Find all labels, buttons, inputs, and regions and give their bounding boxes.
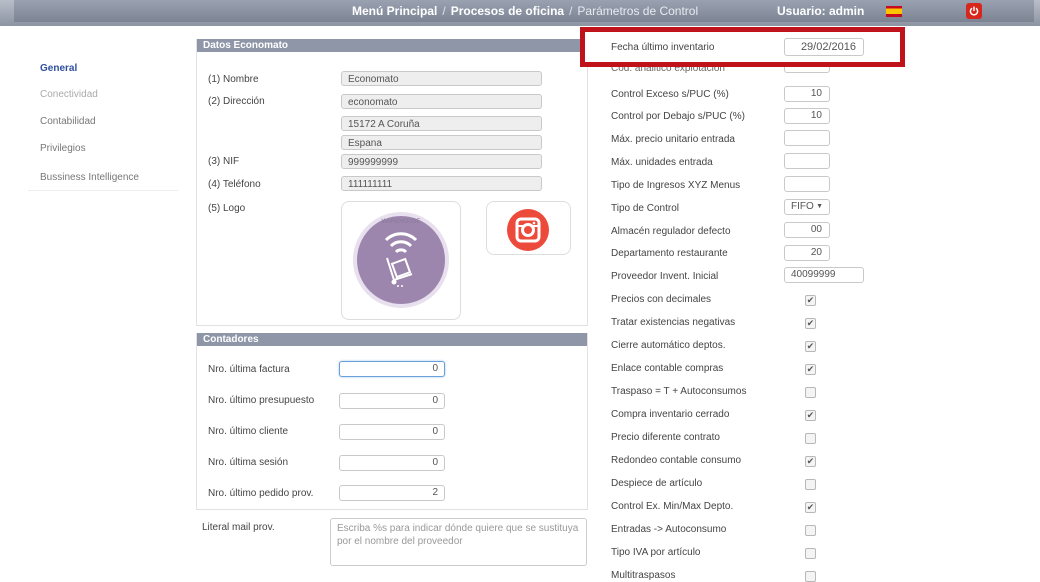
max-unidades-label: Máx. unidades entrada — [611, 157, 713, 168]
max-precio-input[interactable] — [784, 130, 830, 146]
logo-label: (5) Logo — [208, 203, 246, 214]
direccion-field-3: Espana — [341, 135, 542, 150]
control-exceso-label: Control Exceso s/PUC (%) — [611, 89, 729, 100]
checkbox-label: Precio diferente contrato — [611, 432, 720, 443]
sidebar-item-bussiness-intelligence[interactable]: Bussiness Intelligence — [40, 172, 139, 183]
control-debajo-input[interactable]: 10 — [784, 108, 830, 124]
contador-label: Nro. última sesión — [208, 457, 289, 468]
datos-economato-title: Datos Economato — [197, 39, 587, 52]
checkbox-label: Enlace contable compras — [611, 363, 724, 374]
almacen-label: Almacén regulador defecto — [611, 226, 731, 237]
contador-label: Nro. última factura — [208, 364, 290, 375]
almacen-input[interactable]: 00 — [784, 222, 830, 238]
nro-ultima-sesion-input[interactable]: 0 — [339, 455, 445, 471]
direccion-field-2: 15172 A Coruña — [341, 116, 542, 131]
checkbox[interactable]: ✔ — [805, 364, 816, 375]
checkbox-label: Precios con decimales — [611, 294, 712, 305]
sidebar-item-conectividad[interactable]: Conectividad — [40, 89, 98, 100]
checkbox-label: Cierre automático deptos. — [611, 340, 726, 351]
literal-mail-label: Literal mail prov. — [202, 522, 275, 533]
checkbox-label: Tratar existencias negativas — [611, 317, 736, 328]
checkbox[interactable]: ✔ — [805, 318, 816, 329]
breadcrumb: Menú Principal / Procesos de oficina / Parám… — [352, 4, 698, 18]
chevron-down-icon: ▼ — [816, 203, 823, 210]
checkbox[interactable] — [805, 525, 816, 536]
departamento-label: Departamento restaurante — [611, 248, 728, 259]
tipo-ingresos-label: Tipo de Ingresos XYZ Menus — [611, 180, 741, 191]
contadores-title: Contadores — [197, 333, 587, 346]
breadcrumb-procesos-oficina[interactable]: Procesos de oficina — [451, 4, 564, 18]
direccion-field-1: economato — [341, 94, 542, 109]
top-navigation-bar: Menú Principal / Procesos de oficina / Parám… — [0, 0, 1040, 26]
sidebar-divider — [28, 190, 178, 191]
max-unidades-input[interactable] — [784, 153, 830, 169]
checkbox[interactable]: ✔ — [805, 341, 816, 352]
proveedor-label: Proveedor Invent. Inicial — [611, 271, 719, 282]
nro-ultimo-presupuesto-input[interactable]: 0 — [339, 393, 445, 409]
user-label[interactable]: Usuario: admin — [777, 4, 864, 18]
cod-analitico-label: Cod. analitico explotación — [611, 63, 725, 74]
checkbox[interactable]: ✔ — [805, 295, 816, 306]
checkbox[interactable] — [805, 387, 816, 398]
departamento-input[interactable]: 20 — [784, 245, 830, 261]
contador-label: Nro. último presupuesto — [208, 395, 315, 406]
fecha-ultimo-inventario-input[interactable]: 29/02/2016 — [784, 38, 864, 56]
proveedor-input[interactable]: 40099999 — [784, 267, 864, 283]
fecha-ultimo-inventario-label: Fecha último inventario — [611, 42, 715, 53]
breadcrumb-separator: / — [569, 4, 573, 18]
checkbox-label: Traspaso = T + Autoconsumos — [611, 386, 747, 397]
tipo-control-value: FIFO — [791, 201, 814, 212]
contador-label: Nro. último cliente — [208, 426, 289, 437]
telefono-label: (4) Teléfono — [208, 179, 261, 190]
control-debajo-label: Control por Debajo s/PUC (%) — [611, 111, 745, 122]
checkbox[interactable] — [805, 548, 816, 559]
nombre-field: Economato — [341, 71, 542, 86]
contador-label: Nro. último pedido prov. — [208, 488, 314, 499]
checkbox-label: Redondeo contable consumo — [611, 455, 742, 466]
direccion-label: (2) Dirección — [208, 96, 265, 107]
checkbox-label: Multitraspasos — [611, 570, 676, 581]
literal-mail-textarea[interactable]: Escriba %s para indicar dónde quiere que… — [330, 518, 587, 566]
sidebar-item-general[interactable]: General — [40, 63, 77, 74]
instagram-logo-card[interactable] — [486, 201, 571, 255]
telefono-field: 111111111 — [341, 176, 542, 191]
tipo-ingresos-input[interactable] — [784, 176, 830, 192]
spain-flag-icon[interactable] — [886, 6, 902, 17]
checkbox-label: Despiece de artículo — [611, 478, 703, 489]
nro-ultimo-cliente-input[interactable]: 0 — [339, 424, 445, 440]
nombre-label: (1) Nombre — [208, 74, 259, 85]
instagram-icon — [507, 209, 549, 251]
checkbox-label: Tipo IVA por artículo — [611, 547, 701, 558]
breadcrumb-separator: / — [442, 4, 446, 18]
breadcrumb-menu-principal[interactable]: Menú Principal — [352, 4, 437, 18]
cod-analitico-input[interactable] — [784, 63, 830, 73]
control-exceso-input[interactable]: 10 — [784, 86, 830, 102]
nif-field: 999999999 — [341, 154, 542, 169]
logo-text: WAREHOUSE — [381, 219, 420, 225]
nif-label: (3) NIF — [208, 156, 240, 167]
checkbox[interactable] — [805, 479, 816, 490]
checkbox[interactable]: ✔ — [805, 502, 816, 513]
tipo-control-label: Tipo de Control — [611, 203, 679, 214]
checkbox[interactable] — [805, 433, 816, 444]
tipo-control-select[interactable]: FIFO ▼ — [784, 199, 830, 215]
nro-ultimo-pedido-prov-input[interactable]: 2 — [339, 485, 445, 501]
nro-ultima-factura-input[interactable]: 0 — [339, 361, 445, 377]
contadores-panel: Contadores — [196, 333, 588, 510]
checkbox[interactable]: ✔ — [805, 456, 816, 467]
sidebar-item-privilegios[interactable]: Privilegios — [40, 143, 86, 154]
sidebar-item-contabilidad[interactable]: Contabilidad — [40, 116, 96, 127]
checkbox-label: Compra inventario cerrado — [611, 409, 730, 420]
power-icon[interactable] — [966, 3, 982, 19]
checkbox[interactable]: ✔ — [805, 410, 816, 421]
breadcrumb-parametros-control: Parámetros de Control — [577, 4, 699, 18]
warehouse-logo-icon: WAREHOUSE — [353, 212, 449, 308]
logo-image-card[interactable]: WAREHOUSE — [341, 201, 461, 320]
checkbox-label: Entradas -> Autoconsumo — [611, 524, 727, 535]
checkbox-label: Control Ex. Min/Max Depto. — [611, 501, 734, 512]
checkbox[interactable] — [805, 571, 816, 582]
max-precio-label: Máx. precio unitario entrada — [611, 134, 735, 145]
